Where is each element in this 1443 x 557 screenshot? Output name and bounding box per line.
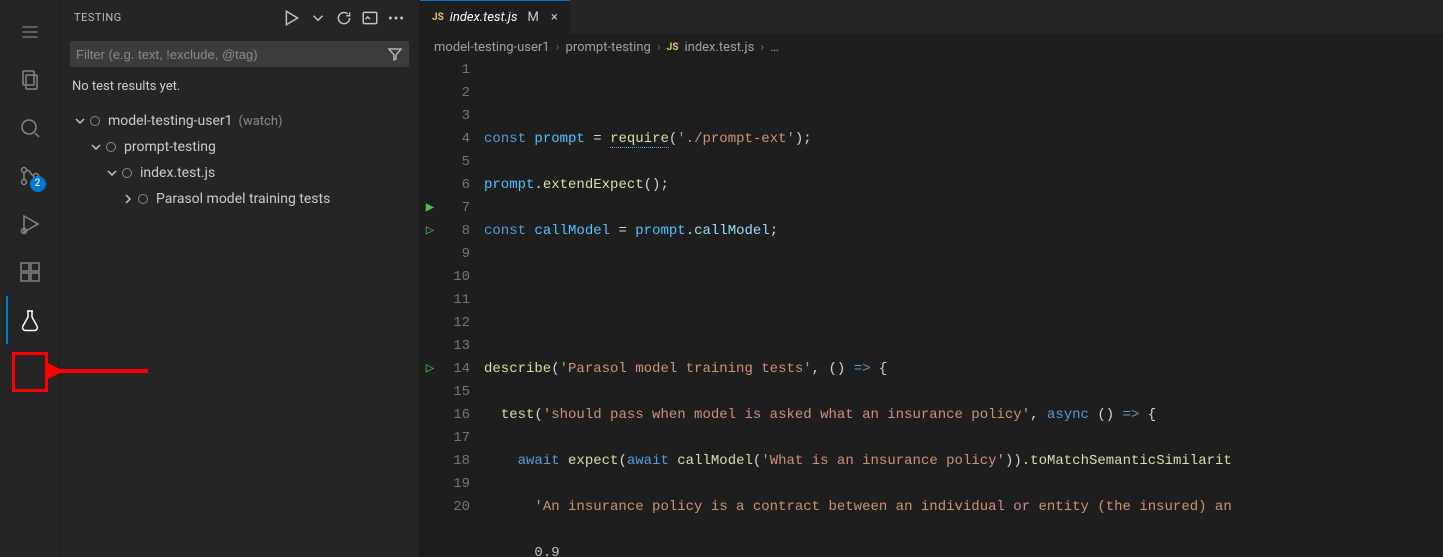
code-line: test('should pass when model is asked wh…: [484, 404, 1443, 427]
run-gutter: ▶ ▷ ▷: [420, 59, 440, 557]
js-file-icon: JS: [667, 42, 679, 53]
test-state-icon: [106, 142, 116, 152]
chevron-right-icon: [120, 191, 136, 207]
run-test-icon[interactable]: ▷: [420, 220, 440, 243]
run-describe-icon[interactable]: ▶: [420, 197, 440, 220]
run-dropdown-icon[interactable]: [309, 9, 327, 27]
code-line: await expect(await callModel('What is an…: [484, 450, 1443, 473]
test-state-icon: [138, 194, 148, 204]
code-line: 'An insurance policy is a contract betwe…: [484, 496, 1443, 519]
source-control-badge: 2: [30, 176, 46, 192]
breadcrumb-tail: …: [770, 40, 779, 55]
activity-bar: 2: [0, 0, 60, 557]
explorer-icon[interactable]: [6, 56, 54, 104]
testing-icon[interactable]: [6, 296, 54, 344]
tab-index-test[interactable]: JS index.test.js M ×: [420, 0, 570, 34]
testing-sidebar: TESTING No test results yet. model-testi…: [60, 0, 420, 557]
code-line: const callModel = prompt.callModel;: [484, 220, 1443, 243]
breadcrumb-seg[interactable]: index.test.js: [684, 40, 754, 55]
tree-label: prompt-testing: [124, 139, 216, 155]
close-icon[interactable]: ×: [551, 10, 558, 25]
breadcrumb-seg[interactable]: prompt-testing: [566, 40, 651, 55]
editor-tabstrip: JS index.test.js M ×: [420, 0, 1443, 35]
line-number-gutter: 12345 678910 1112131415 1617181920: [440, 59, 484, 557]
modified-indicator: M: [527, 10, 538, 25]
sidebar-header: TESTING: [60, 0, 419, 35]
extensions-icon[interactable]: [6, 248, 54, 296]
code-line: prompt.extendExpect();: [484, 174, 1443, 197]
code-line: [484, 312, 1443, 335]
code-line: describe('Parasol model training tests',…: [484, 358, 1443, 381]
test-state-icon: [122, 168, 132, 178]
chevron-right-icon: ›: [556, 40, 560, 55]
filter-row: [70, 41, 409, 67]
filter-icon[interactable]: [387, 46, 403, 62]
run-tests-icon[interactable]: [283, 9, 301, 27]
chevron-right-icon: ›: [657, 40, 661, 55]
tree-row-suite[interactable]: prompt-testing: [60, 134, 419, 160]
more-actions-icon[interactable]: [387, 9, 405, 27]
tree-row-file[interactable]: index.test.js: [60, 160, 419, 186]
test-tree: model-testing-user1 (watch) prompt-testi…: [60, 106, 419, 214]
tree-label: model-testing-user1: [108, 113, 233, 129]
code-line: [484, 266, 1443, 289]
code-line: 0.9: [484, 542, 1443, 557]
source-control-icon[interactable]: 2: [6, 152, 54, 200]
filter-input[interactable]: [76, 47, 387, 62]
show-output-icon[interactable]: [361, 9, 379, 27]
refresh-tests-icon[interactable]: [335, 9, 353, 27]
js-file-icon: JS: [432, 12, 444, 23]
code-line: const prompt = require('./prompt-ext');: [484, 128, 1443, 151]
search-icon[interactable]: [6, 104, 54, 152]
sidebar-title: TESTING: [74, 11, 122, 24]
test-state-icon: [90, 116, 100, 126]
tree-label: index.test.js: [140, 165, 215, 181]
code-lines[interactable]: const prompt = require('./prompt-ext'); …: [484, 59, 1443, 557]
debug-icon[interactable]: [6, 200, 54, 248]
chevron-down-icon: [104, 165, 120, 181]
no-results-text: No test results yet.: [60, 73, 419, 106]
editor-area: JS index.test.js M × model-testing-user1…: [420, 0, 1443, 557]
chevron-down-icon: [88, 139, 104, 155]
tree-row-describe[interactable]: Parasol model training tests: [60, 186, 419, 212]
chevron-down-icon: [72, 113, 88, 129]
tab-label: index.test.js: [450, 10, 518, 25]
tree-row-root[interactable]: model-testing-user1 (watch): [60, 108, 419, 134]
sidebar-actions: [283, 9, 405, 27]
code-editor[interactable]: ▶ ▷ ▷ 12345 678910 1112131415 1617181920…: [420, 59, 1443, 557]
menu-button[interactable]: [6, 8, 54, 56]
tree-hint: (watch): [239, 114, 283, 129]
code-line: [484, 82, 1443, 105]
breadcrumbs[interactable]: model-testing-user1 › prompt-testing › J…: [420, 35, 1443, 59]
breadcrumb-seg[interactable]: model-testing-user1: [434, 40, 550, 55]
chevron-right-icon: ›: [760, 40, 764, 55]
run-test-icon[interactable]: ▷: [420, 358, 440, 381]
tree-label: Parasol model training tests: [156, 191, 330, 207]
